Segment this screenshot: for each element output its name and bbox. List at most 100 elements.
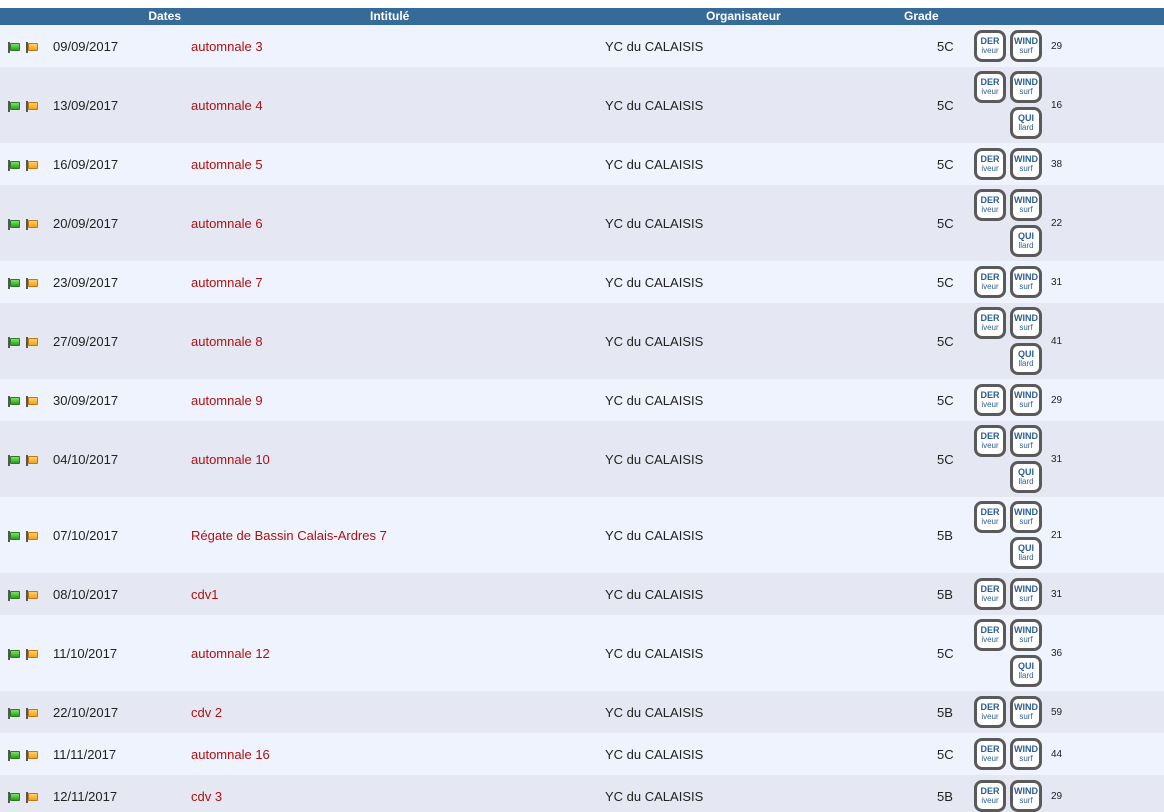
windsurf-badge-icon[interactable]: WIND surf (1010, 780, 1042, 812)
orange-flag-icon[interactable] (26, 454, 39, 466)
dériveur-badge-icon[interactable]: DER iveur (974, 71, 1006, 103)
row-grade: 5C (937, 97, 954, 113)
table-row: 11/11/2017 automnale 16 YC du CALAISIS 5… (0, 733, 1164, 775)
row-badges: DER iveur WIND surf QUI llard 22 (974, 185, 1164, 261)
green-flag-icon[interactable] (8, 159, 21, 171)
green-flag-icon[interactable] (8, 749, 21, 761)
dériveur-badge-icon[interactable]: DER iveur (974, 619, 1006, 651)
quillard-badge-icon[interactable]: QUI llard (1010, 225, 1042, 257)
dériveur-badge-icon[interactable]: DER iveur (974, 780, 1006, 812)
windsurf-badge-icon[interactable]: WIND surf (1010, 425, 1042, 457)
windsurf-badge-icon[interactable]: WIND surf (1010, 307, 1042, 339)
quillard-badge-icon[interactable]: QUI llard (1010, 107, 1042, 139)
row-title-link[interactable]: automnale 12 (191, 646, 270, 661)
discipline-badges: DER iveur WIND surf (974, 30, 1046, 62)
green-flag-icon[interactable] (8, 454, 21, 466)
row-grade: 5C (937, 215, 954, 231)
orange-flag-icon[interactable] (26, 749, 39, 761)
windsurf-badge-icon[interactable]: WIND surf (1010, 266, 1042, 298)
windsurf-badge-icon[interactable]: WIND surf (1010, 189, 1042, 221)
row-title-link[interactable]: cdv 2 (191, 705, 222, 720)
orange-flag-icon[interactable] (26, 648, 39, 660)
dériveur-badge-icon[interactable]: DER iveur (974, 30, 1006, 62)
orange-flag-icon[interactable] (26, 589, 39, 601)
header-organisateur[interactable]: Organisateur (593, 8, 899, 25)
dériveur-badge-icon[interactable]: DER iveur (974, 384, 1006, 416)
quillard-badge-icon[interactable]: QUI llard (1010, 461, 1042, 493)
row-title-cell: automnale 9 (185, 379, 593, 421)
windsurf-badge-icon[interactable]: WIND surf (1010, 696, 1042, 728)
row-title-link[interactable]: automnale 16 (191, 747, 270, 762)
discipline-badges: DER iveur WIND surf (974, 384, 1046, 416)
windsurf-badge-icon[interactable]: WIND surf (1010, 384, 1042, 416)
orange-flag-icon[interactable] (26, 336, 39, 348)
windsurf-badge-icon[interactable]: WIND surf (1010, 148, 1042, 180)
dériveur-badge-icon[interactable]: DER iveur (974, 425, 1006, 457)
header-disciplines (974, 8, 1164, 25)
quillard-badge-icon[interactable]: QUI llard (1010, 343, 1042, 375)
header-intitule[interactable]: Intitulé (185, 8, 593, 25)
green-flag-icon[interactable] (8, 218, 21, 230)
row-title-link[interactable]: automnale 4 (191, 98, 263, 113)
header-dates[interactable]: Dates (0, 8, 185, 25)
row-title-link[interactable]: cdv 3 (191, 789, 222, 804)
header-grade[interactable]: Grade (899, 8, 974, 25)
row-title-link[interactable]: automnale 5 (191, 157, 263, 172)
row-grade: 5C (937, 451, 954, 467)
row-organizer: YC du CALAISIS (605, 156, 704, 172)
row-title-link[interactable]: automnale 8 (191, 334, 263, 349)
row-title-link[interactable]: automnale 9 (191, 393, 263, 408)
row-badges: DER iveur WIND surf 29 (974, 775, 1164, 812)
row-icons (0, 691, 45, 733)
windsurf-badge-icon[interactable]: WIND surf (1010, 71, 1042, 103)
windsurf-badge-icon[interactable]: WIND surf (1010, 578, 1042, 610)
windsurf-badge-icon[interactable]: WIND surf (1010, 619, 1042, 651)
orange-flag-icon[interactable] (26, 707, 39, 719)
orange-flag-icon[interactable] (26, 277, 39, 289)
orange-flag-icon[interactable] (26, 791, 39, 803)
row-participant-count: 29 (1051, 394, 1063, 406)
green-flag-icon[interactable] (8, 336, 21, 348)
orange-flag-icon[interactable] (26, 530, 39, 542)
dériveur-badge-icon[interactable]: DER iveur (974, 696, 1006, 728)
green-flag-icon[interactable] (8, 589, 21, 601)
orange-flag-icon[interactable] (26, 395, 39, 407)
row-title-cell: automnale 3 (185, 25, 593, 67)
windsurf-badge-icon[interactable]: WIND surf (1010, 30, 1042, 62)
quillard-badge-icon[interactable]: QUI llard (1010, 537, 1042, 569)
dériveur-badge-icon[interactable]: DER iveur (974, 307, 1006, 339)
green-flag-icon[interactable] (8, 395, 21, 407)
dériveur-badge-icon[interactable]: DER iveur (974, 578, 1006, 610)
green-flag-icon[interactable] (8, 707, 21, 719)
green-flag-icon[interactable] (8, 530, 21, 542)
row-title-cell: automnale 7 (185, 261, 593, 303)
dériveur-badge-icon[interactable]: DER iveur (974, 501, 1006, 533)
green-flag-icon[interactable] (8, 41, 21, 53)
row-title-link[interactable]: automnale 10 (191, 452, 270, 467)
row-title-link[interactable]: cdv1 (191, 587, 218, 602)
green-flag-icon[interactable] (8, 648, 21, 660)
row-date: 23/09/2017 (53, 274, 119, 290)
green-flag-icon[interactable] (8, 791, 21, 803)
green-flag-icon[interactable] (8, 277, 21, 289)
quillard-badge-icon[interactable]: QUI llard (1010, 655, 1042, 687)
row-title-link[interactable]: Régate de Bassin Calais-Ardres 7 (191, 528, 387, 543)
green-flag-icon[interactable] (8, 100, 21, 112)
row-title-link[interactable]: automnale 3 (191, 39, 263, 54)
table-row: 13/09/2017 automnale 4 YC du CALAISIS 5C… (0, 67, 1164, 143)
dériveur-badge-icon[interactable]: DER iveur (974, 189, 1006, 221)
row-date: 27/09/2017 (53, 333, 119, 349)
orange-flag-icon[interactable] (26, 100, 39, 112)
windsurf-badge-icon[interactable]: WIND surf (1010, 501, 1042, 533)
row-date: 09/09/2017 (53, 38, 119, 54)
orange-flag-icon[interactable] (26, 218, 39, 230)
row-title-link[interactable]: automnale 6 (191, 216, 263, 231)
row-badges: DER iveur WIND surf 29 (974, 379, 1164, 421)
windsurf-badge-icon[interactable]: WIND surf (1010, 738, 1042, 770)
orange-flag-icon[interactable] (26, 159, 39, 171)
row-title-link[interactable]: automnale 7 (191, 275, 263, 290)
dériveur-badge-icon[interactable]: DER iveur (974, 738, 1006, 770)
dériveur-badge-icon[interactable]: DER iveur (974, 266, 1006, 298)
dériveur-badge-icon[interactable]: DER iveur (974, 148, 1006, 180)
orange-flag-icon[interactable] (26, 41, 39, 53)
